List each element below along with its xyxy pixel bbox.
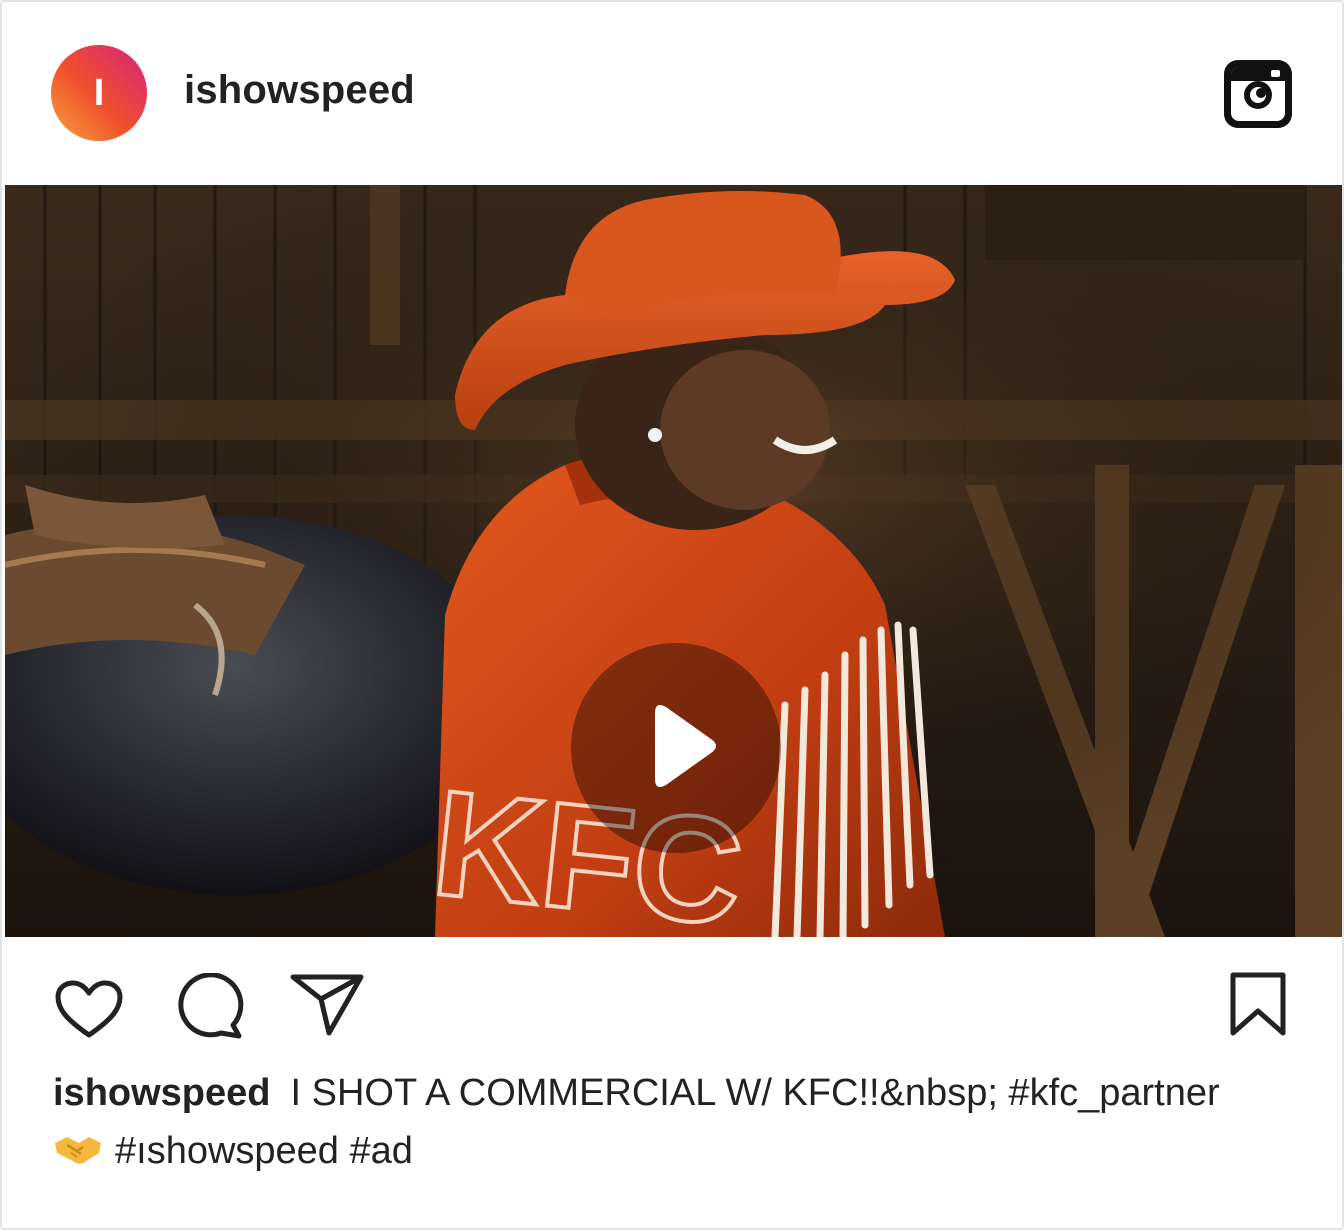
post-caption: ishowspeed I SHOT A COMMERCIAL W/ KFC!!&n… xyxy=(53,1064,1303,1180)
caption-hashtags: #ıshowspeed #ad xyxy=(115,1130,413,1172)
play-button[interactable] xyxy=(571,643,781,853)
post-header: I ishowspeed xyxy=(2,2,1342,184)
handshake-emoji xyxy=(55,1137,101,1164)
caption-line-1: ishowspeed I SHOT A COMMERCIAL W/ KFC!!&n… xyxy=(53,1064,1303,1122)
instagram-post-card: I ishowspeed KFC ishowspeed I SHOT A COM… xyxy=(0,0,1344,1230)
share-icon[interactable] xyxy=(289,971,367,1037)
bookmark-icon[interactable] xyxy=(1227,971,1289,1037)
avatar-letter: I xyxy=(93,71,105,114)
play-icon xyxy=(655,705,716,787)
avatar[interactable]: I xyxy=(51,45,147,141)
instagram-icon[interactable] xyxy=(1221,57,1295,131)
post-username[interactable]: ishowspeed xyxy=(184,68,415,113)
comment-icon[interactable] xyxy=(173,973,245,1039)
post-video[interactable]: KFC xyxy=(5,185,1342,937)
post-actions xyxy=(2,937,1342,1057)
caption-line-2: #ıshowspeed #ad xyxy=(53,1122,1303,1180)
heart-icon[interactable] xyxy=(54,979,124,1041)
caption-username[interactable]: ishowspeed xyxy=(53,1072,271,1114)
caption-text: I SHOT A COMMERCIAL W/ KFC!!&nbsp; #kfc_… xyxy=(290,1072,1220,1114)
